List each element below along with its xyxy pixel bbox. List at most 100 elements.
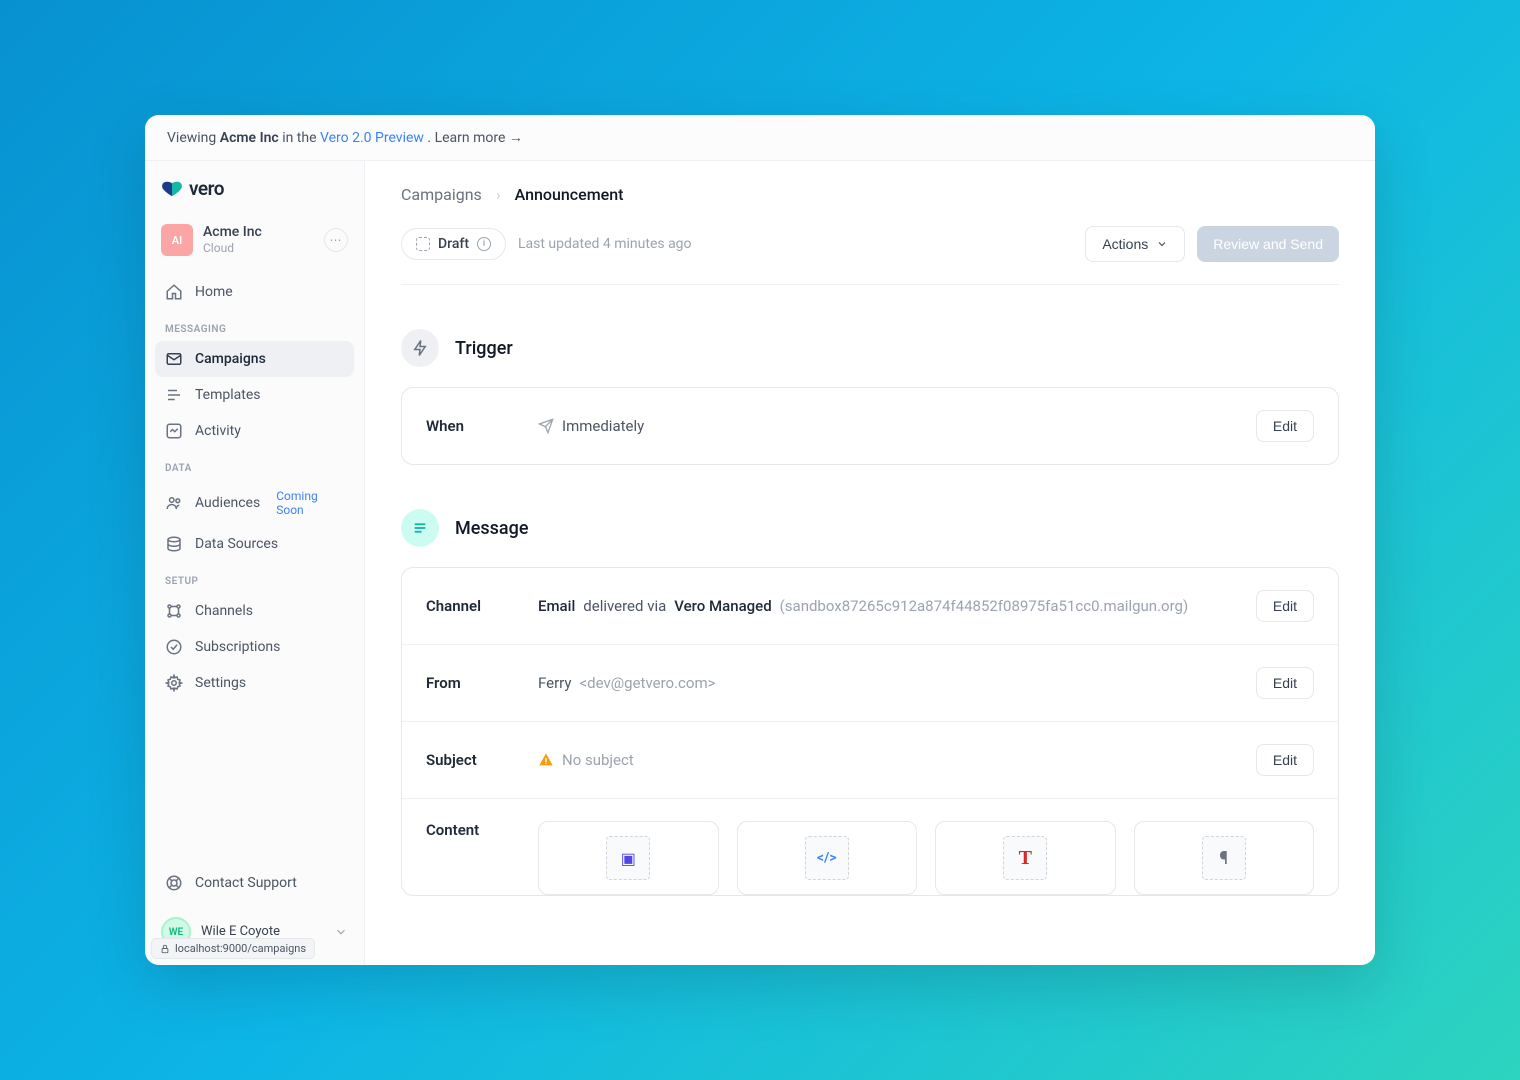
message-section-header: Message [401,509,1339,547]
preview-middle: in the [282,130,316,146]
sidebar-item-templates[interactable]: Templates [155,377,354,413]
sidebar-item-data-sources[interactable]: Data Sources [155,526,354,562]
from-label: From [426,674,538,692]
edit-channel-button[interactable]: Edit [1256,590,1314,622]
sidebar-label: Templates [195,387,261,403]
subject-value-wrap: No subject [538,751,1256,769]
channel-provider: Vero Managed [674,597,771,615]
trigger-when-row: When Immediately Edit [402,388,1338,464]
templates-icon [165,386,183,404]
chevron-down-icon [334,925,348,939]
actions-button[interactable]: Actions [1085,226,1185,262]
content-option-html[interactable]: </> [737,821,918,895]
info-icon: i [477,237,491,251]
workspace-avatar: AI [161,224,193,256]
sidebar-label: Home [195,284,233,300]
when-label: When [426,417,538,435]
review-label: Review and Send [1213,236,1323,252]
check-circle-icon [165,638,183,656]
main-content: Campaigns › Announcement Draft i Last up… [365,161,1375,965]
subject-label: Subject [426,751,538,769]
edit-subject-button[interactable]: Edit [1256,744,1314,776]
workspace-switcher[interactable]: AI Acme Inc Cloud ⋯ [155,218,354,274]
channels-icon [165,602,183,620]
url-chip: localhost:9000/campaigns [151,938,315,959]
sidebar-label: Subscriptions [195,639,280,655]
template-icon: ▣ [606,836,650,880]
sidebar-label: Channels [195,603,253,619]
preview-company: Acme Inc [220,130,279,146]
sidebar-item-contact-support[interactable]: Contact Support [155,865,354,901]
section-messaging-label: MESSAGING [155,310,354,341]
sidebar-item-activity[interactable]: Activity [155,413,354,449]
from-row: From Ferry <dev@getvero.com> Edit [402,645,1338,722]
coming-soon-badge: Coming Soon [276,489,344,517]
content-option-plaintext[interactable]: ¶ [1134,821,1315,895]
channel-row: Channel Email delivered via Vero Managed… [402,568,1338,645]
breadcrumb-current: Announcement [515,185,624,204]
sidebar: vero AI Acme Inc Cloud ⋯ Home MESSAGING [145,161,365,965]
sidebar-label: Settings [195,675,246,691]
workspace-sub: Cloud [203,241,314,255]
content-row: Content ▣ </> [402,799,1338,895]
section-setup-label: SETUP [155,562,354,593]
workspace-menu-button[interactable]: ⋯ [324,228,348,252]
lock-icon [160,944,170,954]
from-email: <dev@getvero.com> [580,674,716,692]
last-updated: Last updated 4 minutes ago [518,236,692,252]
preview-suffix[interactable]: . Learn more → [427,130,522,146]
sidebar-item-settings[interactable]: Settings [155,665,354,701]
actions-label: Actions [1102,236,1148,252]
sidebar-label: Activity [195,423,241,439]
text-icon: T [1003,836,1047,880]
chevron-down-icon [1156,238,1168,250]
sidebar-item-channels[interactable]: Channels [155,593,354,629]
draft-icon [416,237,430,251]
channel-type: Email [538,597,575,615]
message-icon [401,509,439,547]
sidebar-item-audiences[interactable]: Audiences Coming Soon [155,480,354,526]
sidebar-item-home[interactable]: Home [155,274,354,310]
when-value: Immediately [562,417,644,435]
channel-detail: (sandbox87265c912a874f44852f08975fa51cc0… [780,597,1189,615]
header-actions: Actions Review and Send [1085,226,1339,262]
content-options: ▣ </> T [538,821,1314,895]
channel-value: Email delivered via Vero Managed (sandbo… [538,597,1256,615]
status-chip[interactable]: Draft i [401,228,506,260]
content-option-template[interactable]: ▣ [538,821,719,895]
breadcrumb-root[interactable]: Campaigns [401,185,482,204]
main-inner: Campaigns › Announcement Draft i Last up… [365,161,1375,965]
preview-prefix: Viewing [167,130,216,146]
content-label: Content [426,821,538,839]
message-card: Channel Email delivered via Vero Managed… [401,567,1339,896]
sidebar-label: Data Sources [195,536,278,552]
subject-row: Subject No subject Edit [402,722,1338,799]
send-icon [538,418,554,434]
content-option-richtext[interactable]: T [935,821,1116,895]
breadcrumb: Campaigns › Announcement [401,185,1339,204]
review-send-button[interactable]: Review and Send [1197,226,1339,262]
sidebar-item-campaigns[interactable]: Campaigns [155,341,354,377]
preview-banner: Viewing Acme Inc in the Vero 2.0 Preview… [145,115,1375,161]
activity-icon [165,422,183,440]
logo[interactable]: vero [155,177,354,218]
sidebar-label: Audiences [195,495,260,511]
trigger-section-header: Trigger [401,329,1339,367]
database-icon [165,535,183,553]
html-icon: </> [805,836,849,880]
edit-trigger-button[interactable]: Edit [1256,410,1314,442]
message-title: Message [455,518,528,539]
preview-link[interactable]: Vero 2.0 Preview [320,130,424,146]
bolt-icon [401,329,439,367]
sidebar-item-subscriptions[interactable]: Subscriptions [155,629,354,665]
logo-text: vero [189,177,224,200]
user-name: Wile E Coyote [201,925,324,939]
subject-value: No subject [562,751,634,769]
from-value: Ferry <dev@getvero.com> [538,674,1256,692]
app-window: Viewing Acme Inc in the Vero 2.0 Preview… [145,115,1375,965]
body-wrapper: vero AI Acme Inc Cloud ⋯ Home MESSAGING [145,161,1375,965]
edit-from-button[interactable]: Edit [1256,667,1314,699]
section-data-label: DATA [155,449,354,480]
header-row: Draft i Last updated 4 minutes ago Actio… [401,226,1339,285]
when-value-wrap: Immediately [538,417,1256,435]
